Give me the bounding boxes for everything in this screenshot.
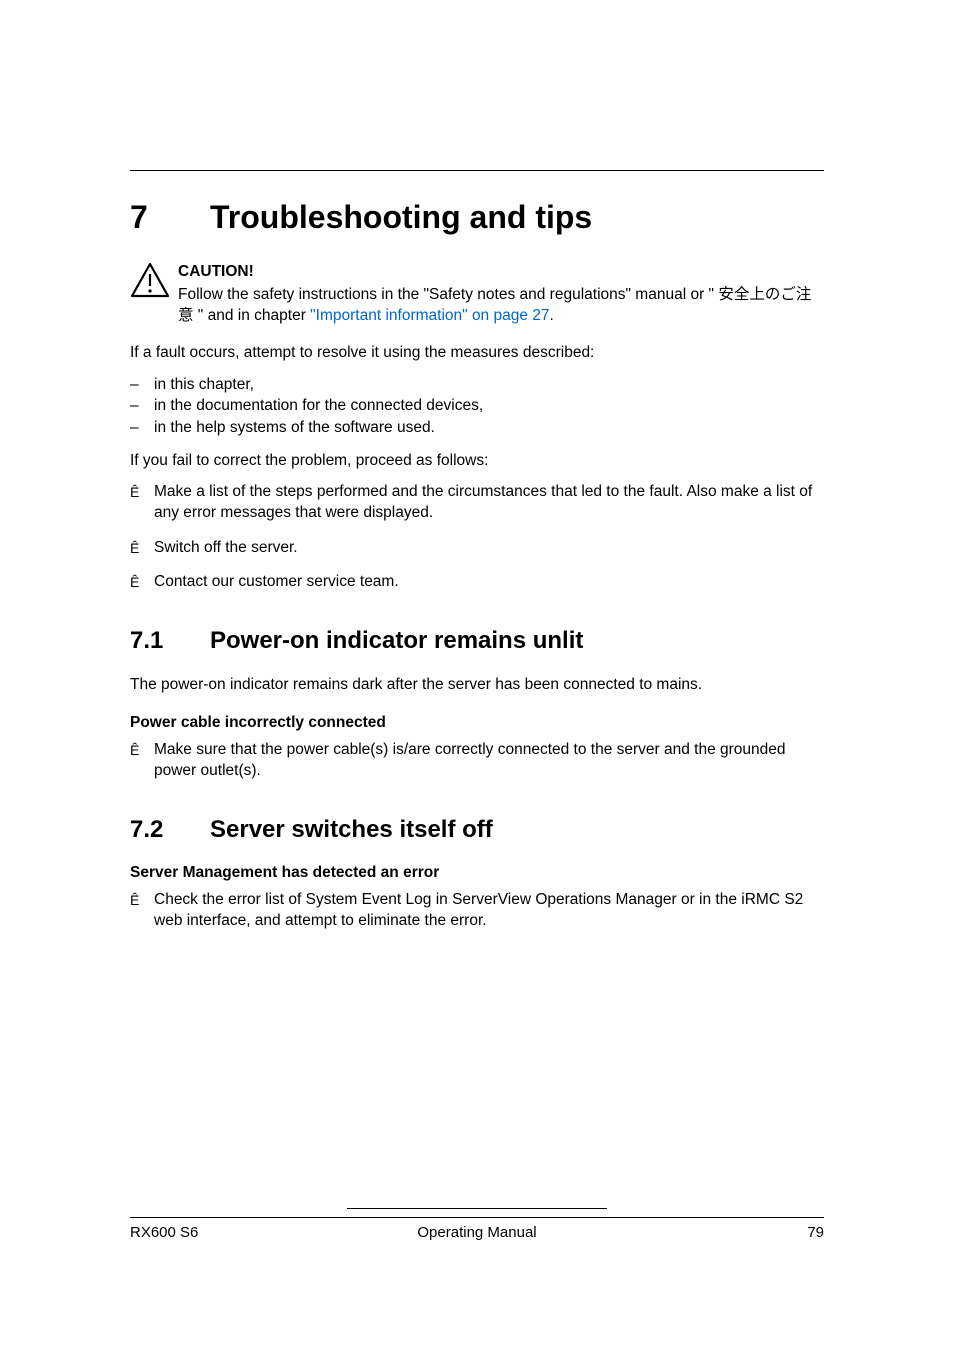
caution-icon [130,262,178,327]
dash-marker: – [130,374,154,396]
list-item-text: in this chapter, [154,374,254,396]
step-item: ÊSwitch off the server. [130,538,824,559]
step-text: Make a list of the steps performed and t… [154,482,824,524]
list-item-text: in the help systems of the software used… [154,417,435,439]
caution-block: CAUTION! Follow the safety instructions … [130,262,824,327]
section-71-body: The power-on indicator remains dark afte… [130,675,824,696]
list-item: –in this chapter, [130,374,824,396]
chapter-number: 7 [130,199,210,236]
caution-text-after: . [550,307,554,324]
arrow-marker: Ê [130,482,154,524]
dash-marker: – [130,417,154,439]
footer-center: Operating Manual [130,1224,824,1241]
chapter-title: Troubleshooting and tips [210,199,592,236]
step-item: ÊContact our customer service team. [130,572,824,593]
section-number: 7.1 [130,627,210,655]
section-72-steps: ÊCheck the error list of System Event Lo… [130,890,824,932]
step-text: Make sure that the power cable(s) is/are… [154,740,824,782]
page-footer: RX600 S6 Operating Manual 79 [130,1208,824,1241]
caution-link[interactable]: "Important information" on page 27 [310,307,549,324]
steps-list: ÊMake a list of the steps performed and … [130,482,824,594]
section-number: 7.2 [130,816,210,844]
dash-marker: – [130,395,154,417]
arrow-marker: Ê [130,538,154,559]
dash-list: –in this chapter, –in the documentation … [130,374,824,439]
step-text: Check the error list of System Event Log… [154,890,824,932]
step-text: Contact our customer service team. [154,572,399,593]
section-71-heading: 7.1 Power-on indicator remains unlit [130,627,824,655]
section-title: Power-on indicator remains unlit [210,627,583,655]
step-item: ÊCheck the error list of System Event Lo… [130,890,824,932]
footer-rule-top [347,1208,607,1209]
arrow-marker: Ê [130,572,154,593]
caution-title: CAUTION! [178,262,824,283]
section-title: Server switches itself off [210,816,493,844]
list-item: –in the help systems of the software use… [130,417,824,439]
step-item: ÊMake sure that the power cable(s) is/ar… [130,740,824,782]
list-item-text: in the documentation for the connected d… [154,395,483,417]
step-item: ÊMake a list of the steps performed and … [130,482,824,524]
caution-body: CAUTION! Follow the safety instructions … [178,262,824,327]
fail-text: If you fail to correct the problem, proc… [130,451,824,472]
chapter-heading: 7 Troubleshooting and tips [130,199,824,236]
list-item: –in the documentation for the connected … [130,395,824,417]
arrow-marker: Ê [130,740,154,782]
section-72-heading: 7.2 Server switches itself off [130,816,824,844]
top-rule [130,170,824,171]
step-text: Switch off the server. [154,538,298,559]
intro-text: If a fault occurs, attempt to resolve it… [130,343,824,364]
section-71-steps: ÊMake sure that the power cable(s) is/ar… [130,740,824,782]
arrow-marker: Ê [130,890,154,932]
section-71-subheading: Power cable incorrectly connected [130,714,824,732]
section-72-subheading: Server Management has detected an error [130,864,824,882]
